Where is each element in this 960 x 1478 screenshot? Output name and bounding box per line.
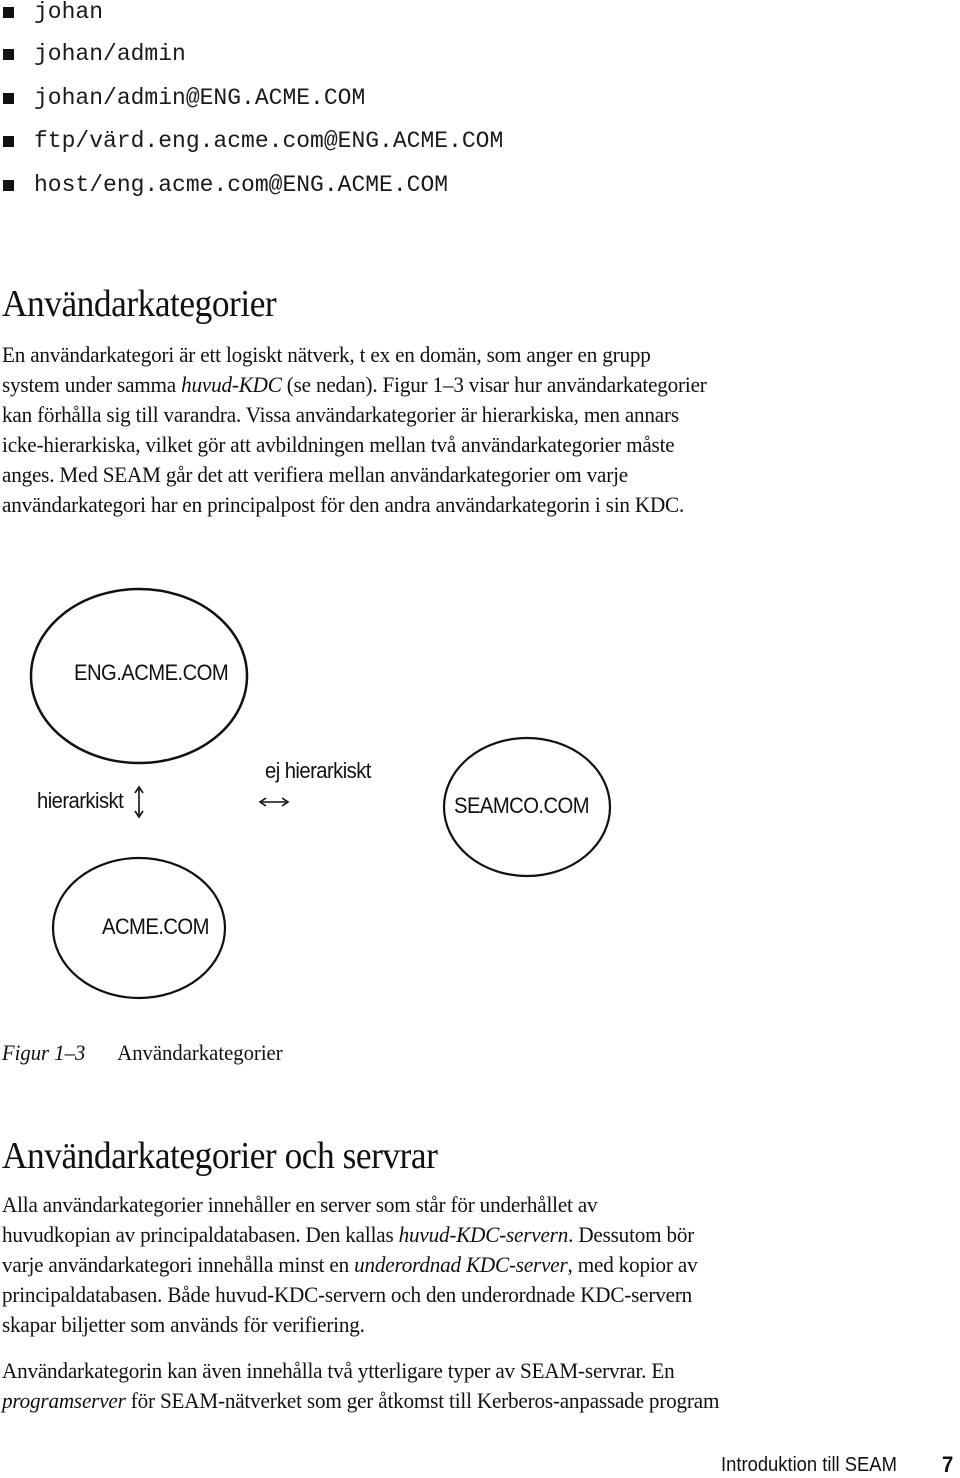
- bullet-icon: [3, 48, 14, 60]
- bullet-icon: [3, 6, 14, 18]
- paragraph-line: En användarkategori är ett logiskt nätve…: [2, 342, 651, 367]
- bullet-icon: [3, 179, 14, 191]
- paragraph-line: skapar biljetter som används för verifie…: [2, 1312, 365, 1337]
- paragraph-line: anges. Med SEAM går det att verifiera me…: [2, 462, 628, 487]
- list-item-text: johan/admin@ENG.ACME.COM: [34, 85, 366, 111]
- paragraph-line: programserver för SEAM-nätverket som ger…: [2, 1388, 720, 1413]
- list-item: ftp/värd.eng.acme.com@ENG.ACME.COM: [0, 126, 503, 156]
- footer-title: Introduktion till SEAM: [721, 1454, 897, 1476]
- figure-number: Figur 1–3: [2, 1040, 86, 1065]
- realm-label-acme-com: ACME.COM: [102, 914, 209, 939]
- list-item: johan: [0, 0, 103, 27]
- page-number: 7: [942, 1452, 954, 1477]
- bullet-icon: [3, 92, 14, 104]
- section-heading-realms-and-servers: Användarkategorier och servrar: [2, 1135, 438, 1177]
- realm-label-seamco-com: SEAMCO.COM: [454, 793, 590, 818]
- up-down-arrow-icon: [134, 785, 144, 819]
- bullet-icon: [3, 135, 14, 147]
- list-item-text: johan: [34, 0, 104, 25]
- page-footer: Introduktion till SEAM: [721, 1454, 897, 1477]
- hierarchical-label: hierarkiskt: [37, 788, 124, 813]
- paragraph-line: kan förhålla sig till varandra. Vissa an…: [2, 402, 679, 427]
- figure-caption: Figur 1–3 Användarkategorier: [2, 1040, 283, 1066]
- list-item: johan/admin: [0, 39, 186, 69]
- figure-title: Användarkategorier: [117, 1040, 283, 1065]
- list-item-text: host/eng.acme.com@ENG.ACME.COM: [34, 172, 449, 198]
- paragraph-line: varje användarkategori innehålla minst e…: [2, 1252, 698, 1277]
- emphasized-term: huvud-KDC-servern: [398, 1222, 569, 1247]
- paragraph-line: huvudkopian av principaldatabasen. Den k…: [2, 1222, 695, 1247]
- paragraph-line: icke-hierarkiska, vilket gör att avbildn…: [2, 432, 675, 457]
- emphasized-term: underordnad KDC-server: [354, 1252, 568, 1277]
- list-item-text: johan/admin: [34, 41, 186, 67]
- realm-label-eng-acme-com: ENG.ACME.COM: [74, 660, 229, 685]
- paragraph-line: principaldatabasen. Både huvud-KDC-serve…: [2, 1282, 693, 1307]
- emphasized-term: programserver: [2, 1388, 126, 1413]
- non-hierarchical-label: ej hierarkiskt: [265, 758, 371, 783]
- list-item: host/eng.acme.com@ENG.ACME.COM: [0, 170, 448, 200]
- paragraph-line: Alla användarkategorier innehåller en se…: [2, 1192, 598, 1217]
- list-item: johan/admin@ENG.ACME.COM: [0, 83, 365, 113]
- list-item-text: ftp/värd.eng.acme.com@ENG.ACME.COM: [34, 128, 504, 154]
- paragraph-line: system under samma huvud-KDC (se nedan).…: [2, 372, 707, 397]
- emphasized-term: huvud-KDC: [181, 372, 282, 397]
- paragraph-line: Användarkategorin kan även innehålla två…: [2, 1358, 675, 1383]
- paragraph-line: användarkategori har en principalpost fö…: [2, 492, 685, 517]
- section-heading-realms: Användarkategorier: [2, 283, 277, 325]
- left-right-arrow-icon: [258, 797, 290, 807]
